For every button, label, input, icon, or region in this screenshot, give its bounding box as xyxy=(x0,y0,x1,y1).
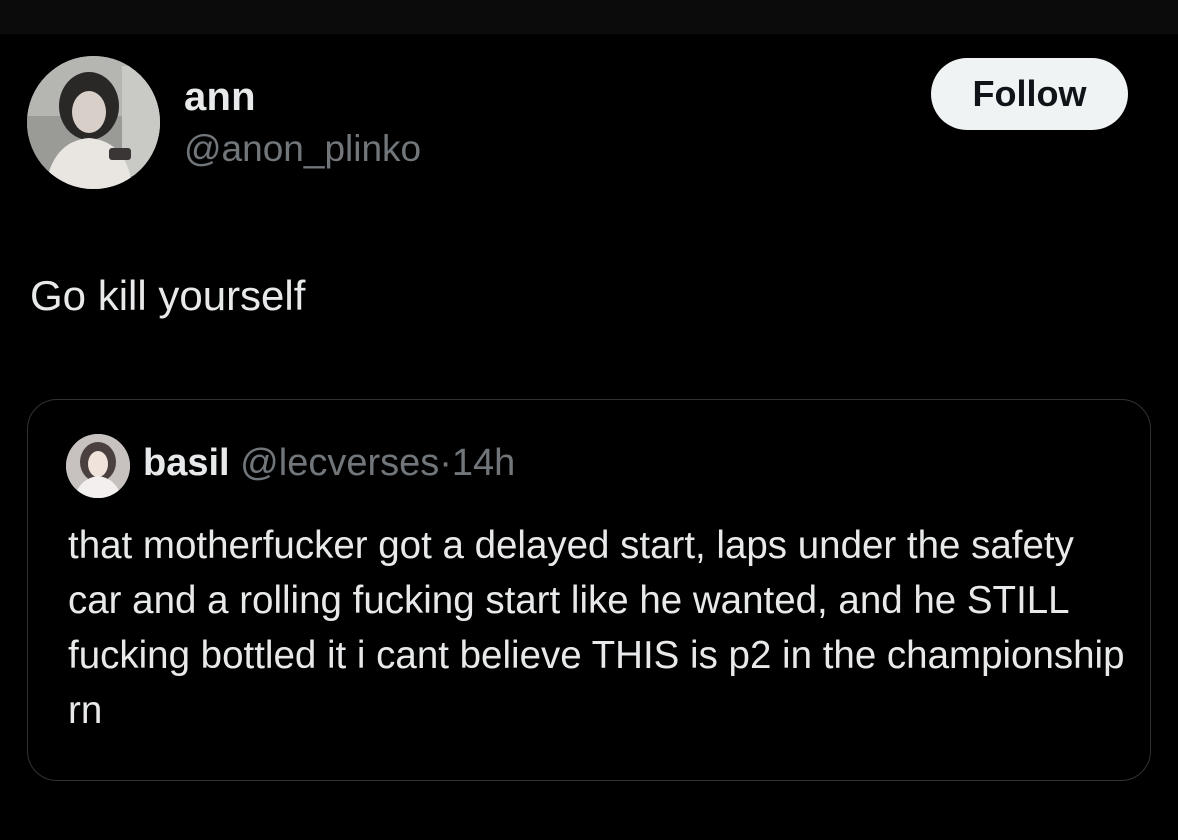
tweet-text: Go kill yourself xyxy=(30,272,306,319)
quoted-author-display-name[interactable]: basil xyxy=(143,442,230,484)
quoted-tweet-text: that motherfucker got a delayed start, l… xyxy=(68,524,1125,732)
quoted-tweet-card[interactable]: basil @lecverses·14h that motherfucker g… xyxy=(27,399,1151,781)
quoted-avatar-photo xyxy=(66,434,130,498)
quoted-author-handle[interactable]: @lecverses xyxy=(240,442,439,484)
status-bar-strip xyxy=(0,0,1178,34)
separator-dot: · xyxy=(439,442,452,484)
quoted-author-avatar[interactable] xyxy=(66,434,130,498)
quoted-tweet-header: basil @lecverses·14h xyxy=(143,442,515,485)
author-display-name[interactable]: ann xyxy=(184,75,256,120)
author-handle[interactable]: @anon_plinko xyxy=(184,128,421,170)
avatar-photo xyxy=(27,56,160,189)
author-avatar[interactable] xyxy=(27,56,160,189)
follow-button[interactable]: Follow xyxy=(931,58,1128,130)
tweet: ann @anon_plinko Follow Go kill yourself… xyxy=(0,34,1178,840)
quoted-tweet-timestamp[interactable]: 14h xyxy=(452,442,515,484)
